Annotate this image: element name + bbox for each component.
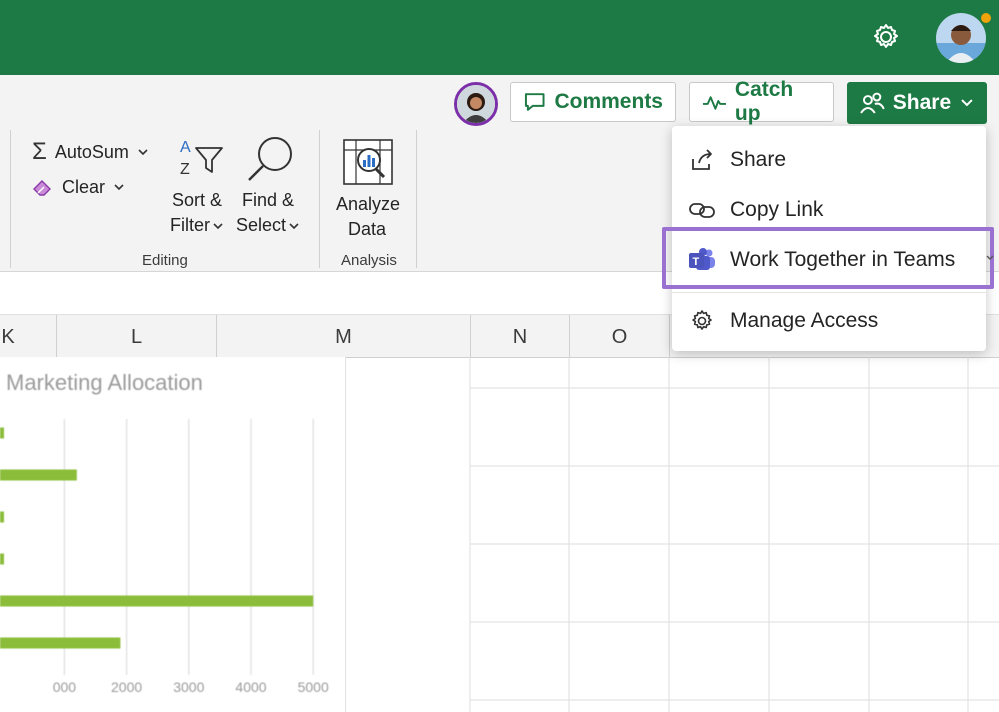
analysis-group-label: Analysis <box>341 252 397 269</box>
column-divider <box>669 315 670 357</box>
presence-indicator <box>980 12 992 24</box>
menu-item-label: Share <box>730 148 787 171</box>
sort-filter-label-2-wrap: Filter <box>170 215 224 236</box>
menu-item-manage-access[interactable]: Manage Access <box>672 296 986 346</box>
link-icon <box>688 196 716 224</box>
find-select-label-2-wrap: Select <box>236 215 300 236</box>
chart-x-tick-label: 5000 <box>298 679 329 695</box>
chart-x-tick-label: 3000 <box>173 679 204 695</box>
column-header-l[interactable]: L <box>57 315 216 357</box>
eraser-icon <box>33 180 51 196</box>
chart-bar <box>0 469 77 481</box>
clear-button[interactable]: Clear <box>30 175 125 199</box>
comment-icon <box>524 93 545 111</box>
chevron-down-icon <box>114 184 124 191</box>
sort-filter-label-1: Sort & <box>172 190 223 210</box>
column-header-m[interactable]: M <box>217 315 470 357</box>
collaborator-avatar[interactable] <box>454 82 498 126</box>
chart-x-tick-label: 2000 <box>111 679 142 695</box>
chevron-down-icon <box>961 99 973 107</box>
chart-x-tick-label: 000 <box>53 679 77 695</box>
collaborator-photo-icon <box>457 85 495 123</box>
autosum-button[interactable]: Σ AutoSum <box>32 138 149 166</box>
menu-item-share[interactable]: Share <box>672 135 986 185</box>
sort-filter-icon: A Z <box>180 139 223 178</box>
gear-icon <box>688 307 716 335</box>
autosum-label: AutoSum <box>54 141 129 162</box>
catch-up-button[interactable]: Catch up <box>689 78 834 125</box>
menu-item-label: Work Together in Teams <box>730 248 956 271</box>
analyze-data-label-1: Analyze <box>336 194 401 214</box>
catch-up-label: Catch up <box>734 78 794 125</box>
chart-x-tick-label: 4000 <box>235 679 266 695</box>
chevron-down-icon <box>986 255 994 260</box>
menu-item-label: Manage Access <box>730 309 879 332</box>
chevron-down-icon <box>289 222 299 229</box>
settings-button[interactable] <box>866 17 906 57</box>
svg-text:A: A <box>180 139 191 156</box>
share-label: Share <box>892 91 952 114</box>
comments-label: Comments <box>554 90 663 113</box>
find-select-label-2: Select <box>236 215 287 235</box>
comments-button[interactable]: Comments <box>510 82 676 122</box>
activity-icon <box>702 96 726 110</box>
find-select-label-1: Find & <box>242 190 295 210</box>
chart-bar <box>0 511 4 523</box>
sort-filter-label-2: Filter <box>170 215 210 235</box>
chart-bar <box>0 637 121 649</box>
user-avatar[interactable] <box>936 13 986 63</box>
share-button[interactable]: Share <box>847 82 987 124</box>
chevron-down-icon <box>138 149 148 156</box>
menu-item-copy-link[interactable]: Copy Link <box>672 185 986 235</box>
share-menu: Share Copy Link T Work Together in Teams… <box>672 126 986 351</box>
user-photo-icon <box>936 13 986 63</box>
gear-icon <box>874 24 898 48</box>
column-header-k[interactable]: K <box>0 315 16 357</box>
sort-filter-button[interactable]: A Z Sort & Filter <box>170 136 232 240</box>
clear-label: Clear <box>62 176 106 197</box>
ribbon-separator <box>10 130 11 268</box>
magnifier-icon <box>248 137 292 181</box>
svg-text:T: T <box>693 256 700 268</box>
column-header-o[interactable]: O <box>570 315 669 357</box>
chevron-down-icon <box>213 222 223 229</box>
ribbon-separator <box>416 130 417 268</box>
menu-item-work-together-in-teams[interactable]: T Work Together in Teams <box>672 235 986 285</box>
chart-bar <box>0 553 4 565</box>
share-icon <box>688 146 716 174</box>
editing-group-label: Editing <box>142 252 188 269</box>
menu-divider <box>672 292 986 293</box>
app-title-bar <box>0 0 999 75</box>
svg-text:Z: Z <box>180 161 190 178</box>
chart-bar <box>0 427 4 439</box>
teams-icon: T <box>688 246 716 274</box>
chart-bar <box>0 595 314 607</box>
find-select-button[interactable]: Find & Select <box>236 134 302 240</box>
sigma-icon: Σ <box>32 138 47 165</box>
analyze-data-button[interactable]: Analyze Data <box>334 136 404 242</box>
analyze-data-icon <box>343 139 393 185</box>
analyze-data-label-2: Data <box>348 219 387 239</box>
ribbon-separator <box>319 130 320 268</box>
menu-item-label: Copy Link <box>730 198 824 221</box>
column-header-n[interactable]: N <box>471 315 569 357</box>
people-icon <box>860 92 885 114</box>
bar-chart: 00020003000400050006000 <box>0 419 329 695</box>
